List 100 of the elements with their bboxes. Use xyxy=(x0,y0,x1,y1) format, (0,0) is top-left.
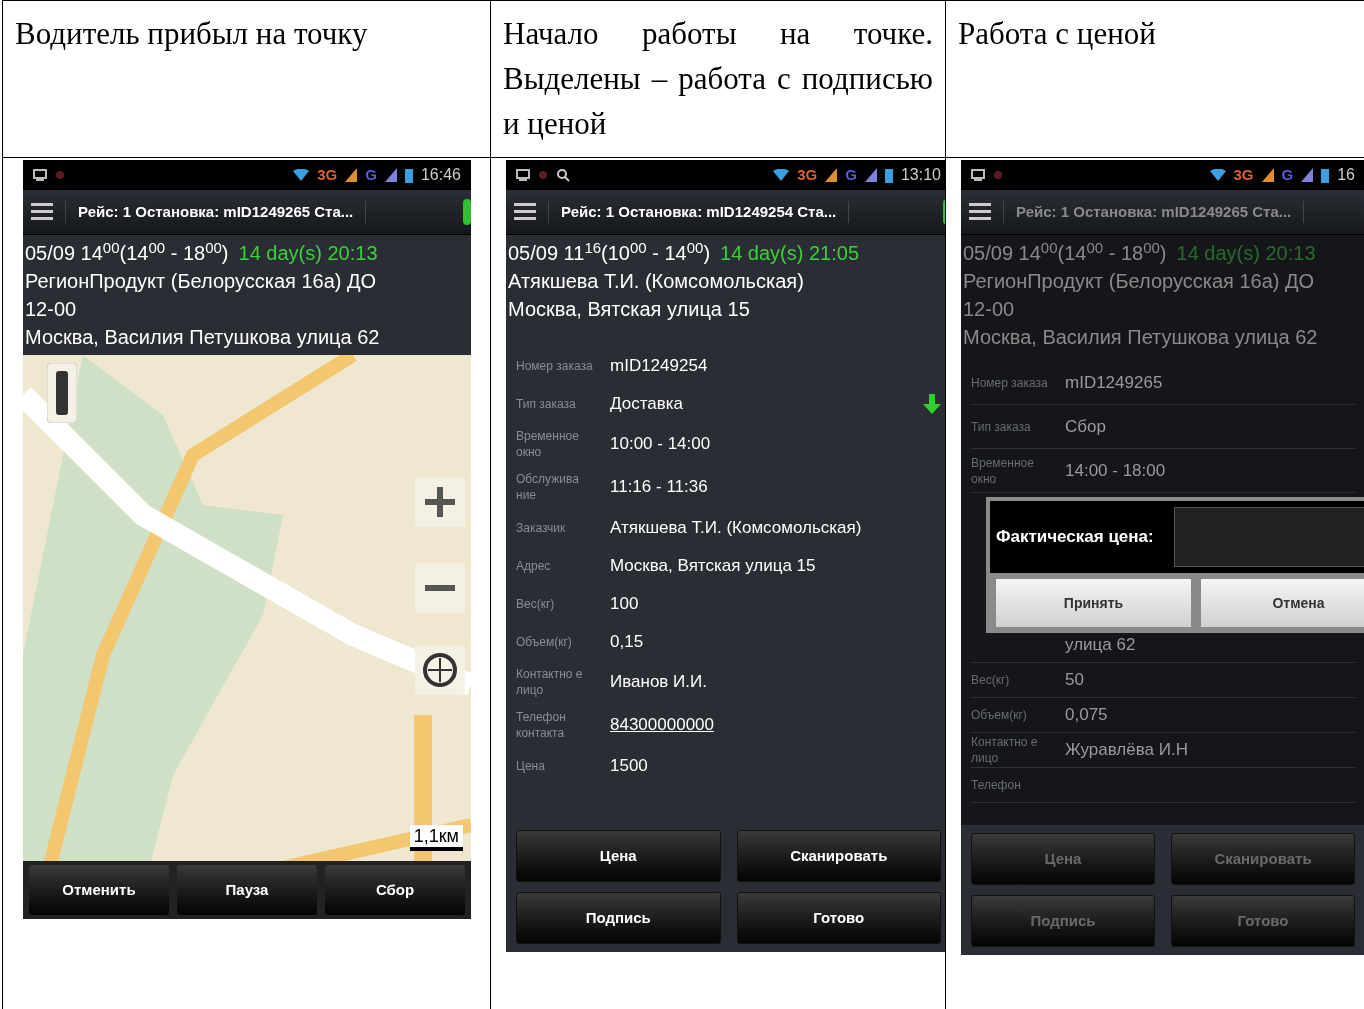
field-label: Цена xyxy=(516,757,546,774)
field-label: Объем(кг) xyxy=(516,633,573,650)
field-value: mID1249265 xyxy=(1065,371,1163,394)
countdown: 14 day(s) 20:13 xyxy=(238,241,378,266)
map-scale: 1,1км xyxy=(409,825,463,851)
field-value: Атякшева Т.И. (Комсомольская) xyxy=(610,516,862,539)
field-value: Москва, Вятская улица 15 xyxy=(610,554,816,577)
dialog-label: Фактическая цена: xyxy=(996,526,1154,549)
stop-info: РегионПродукт (Белорусская 16а) ДО 12-00 xyxy=(963,269,1316,322)
network-label: G xyxy=(365,164,377,185)
action-button[interactable]: Пауза xyxy=(177,865,317,915)
signal-icon xyxy=(1261,168,1274,182)
signal-icon xyxy=(384,168,397,182)
network-label: 3G xyxy=(797,164,818,185)
field-label: Контактно е лицо xyxy=(516,666,584,698)
field-label: Контактно е лицо xyxy=(971,734,1039,766)
action-button[interactable]: Сканировать xyxy=(736,830,941,882)
signal-icon xyxy=(1301,168,1314,182)
field-label: Временное окно xyxy=(971,454,1035,487)
field-label: Тип заказа xyxy=(516,395,577,412)
menu-icon xyxy=(31,202,53,222)
dialog-button[interactable]: Отмена xyxy=(1201,579,1364,627)
zoom-out-button[interactable] xyxy=(415,563,465,613)
plus-icon xyxy=(425,487,455,517)
screen-icon xyxy=(33,169,47,181)
status-time: 16:46 xyxy=(420,165,461,185)
stop-info: Москва, Василия Петушкова улица 62 xyxy=(25,325,381,350)
field-label: Временное окно xyxy=(516,428,580,460)
field-value: улица 62 xyxy=(1065,634,1136,657)
action-button[interactable]: Готово xyxy=(736,892,941,944)
screen-title: Рейс: 1 Остановка: mID1249265 Ста... xyxy=(65,200,367,224)
status-time: 13:10 xyxy=(900,165,941,185)
signal-icon xyxy=(864,168,877,182)
search-icon xyxy=(556,168,570,182)
stop-info: Атякшева Т.И. (Комсомольская) xyxy=(508,269,805,294)
status-indicator xyxy=(463,199,471,225)
notification-icon xyxy=(538,170,548,180)
column-heading: Работа с ценой xyxy=(958,15,1157,53)
field-value: Иванов И.И. xyxy=(610,671,707,694)
field-value: Сбор xyxy=(1065,415,1106,438)
wifi-icon xyxy=(1209,169,1226,181)
zoom-in-button[interactable] xyxy=(415,477,465,527)
screen-icon xyxy=(971,169,985,181)
screen-title: Рейс: 1 Остановка: mID1249254 Ста... xyxy=(548,200,850,224)
phone-link[interactable]: 84300000000 xyxy=(610,712,714,738)
field-value: 0,15 xyxy=(610,630,644,653)
signal-icon xyxy=(345,168,358,182)
wifi-icon xyxy=(773,169,790,181)
schedule-time: 05/09 14$^{00}$(14$^{00}$ - 18$^{00}$) xyxy=(963,239,1167,266)
menu-icon xyxy=(969,202,991,222)
battery-icon xyxy=(884,167,893,183)
notification-icon xyxy=(993,170,1003,180)
field-value: 50 xyxy=(1065,669,1084,692)
stop-info: РегионПродукт (Белорусская 16а) ДО 12-00 xyxy=(25,269,378,322)
wifi-icon xyxy=(293,169,310,181)
signal-icon xyxy=(825,168,838,182)
field-value: 0,075 xyxy=(1065,704,1108,727)
battery-icon xyxy=(1321,167,1330,183)
schedule-time: 05/09 14$^{00}$(14$^{00}$ - 18$^{00}$) xyxy=(25,239,229,266)
action-button[interactable]: Подпись xyxy=(516,892,721,944)
field-label: Телефон xyxy=(971,777,1022,793)
minus-icon xyxy=(425,585,455,591)
notification-icon xyxy=(55,170,65,180)
field-value: 1500 xyxy=(610,754,648,777)
price-input[interactable] xyxy=(1173,507,1364,567)
field-value: mID1249254 xyxy=(610,354,708,377)
field-value: 11:16 - 11:36 xyxy=(610,476,708,499)
stop-info: Москва, Василия Петушкова улица 62 xyxy=(963,325,1319,350)
network-label: 3G xyxy=(1233,164,1254,185)
field-label: Тип заказа xyxy=(971,418,1032,435)
action-button[interactable]: Цена xyxy=(516,830,721,882)
field-value: Доставка xyxy=(610,392,683,415)
screen-title: Рейс: 1 Остановка: mID1249265 Ста... xyxy=(1003,200,1305,224)
action-button[interactable]: Сбор xyxy=(325,865,465,915)
menu-icon xyxy=(514,202,536,222)
field-value: 14:00 - 18:00 xyxy=(1065,459,1166,482)
field-label: Адрес xyxy=(516,557,552,574)
field-label: Заказчик xyxy=(516,519,567,536)
dialog-button[interactable]: Принять xyxy=(996,579,1191,627)
field-label: Телефон контакта xyxy=(516,709,567,741)
battery-icon xyxy=(404,167,413,183)
field-label: Объем(кг) xyxy=(971,707,1028,723)
network-label: G xyxy=(1281,164,1294,185)
field-label: Вес(кг) xyxy=(971,672,1011,688)
field-value: 10:00 - 14:00 xyxy=(610,433,711,456)
column-heading: Начало работы на точке. Выделены – работа с подписью и ценой xyxy=(503,15,933,143)
field-value: Журавлёва И.Н xyxy=(1065,739,1188,762)
action-button[interactable]: Отменить xyxy=(29,865,169,915)
column-heading: Водитель прибыл на точку xyxy=(15,15,369,53)
countdown: 14 day(s) 21:05 xyxy=(720,241,860,266)
field-label: Обслужива ние xyxy=(516,471,580,503)
locate-button[interactable] xyxy=(415,645,465,695)
crosshair-icon xyxy=(422,652,458,688)
network-label: 3G xyxy=(317,164,338,185)
stop-info: Москва, Вятская улица 15 xyxy=(508,297,751,322)
status-time: 16 xyxy=(1337,165,1355,185)
schedule-time: 05/09 11$^{16}$(10$^{00}$ - 14$^{00}$) xyxy=(508,239,711,266)
countdown: 14 day(s) 20:13 xyxy=(1176,241,1316,266)
field-label: Вес(кг) xyxy=(516,595,556,612)
field-label: Номер заказа xyxy=(516,357,594,374)
